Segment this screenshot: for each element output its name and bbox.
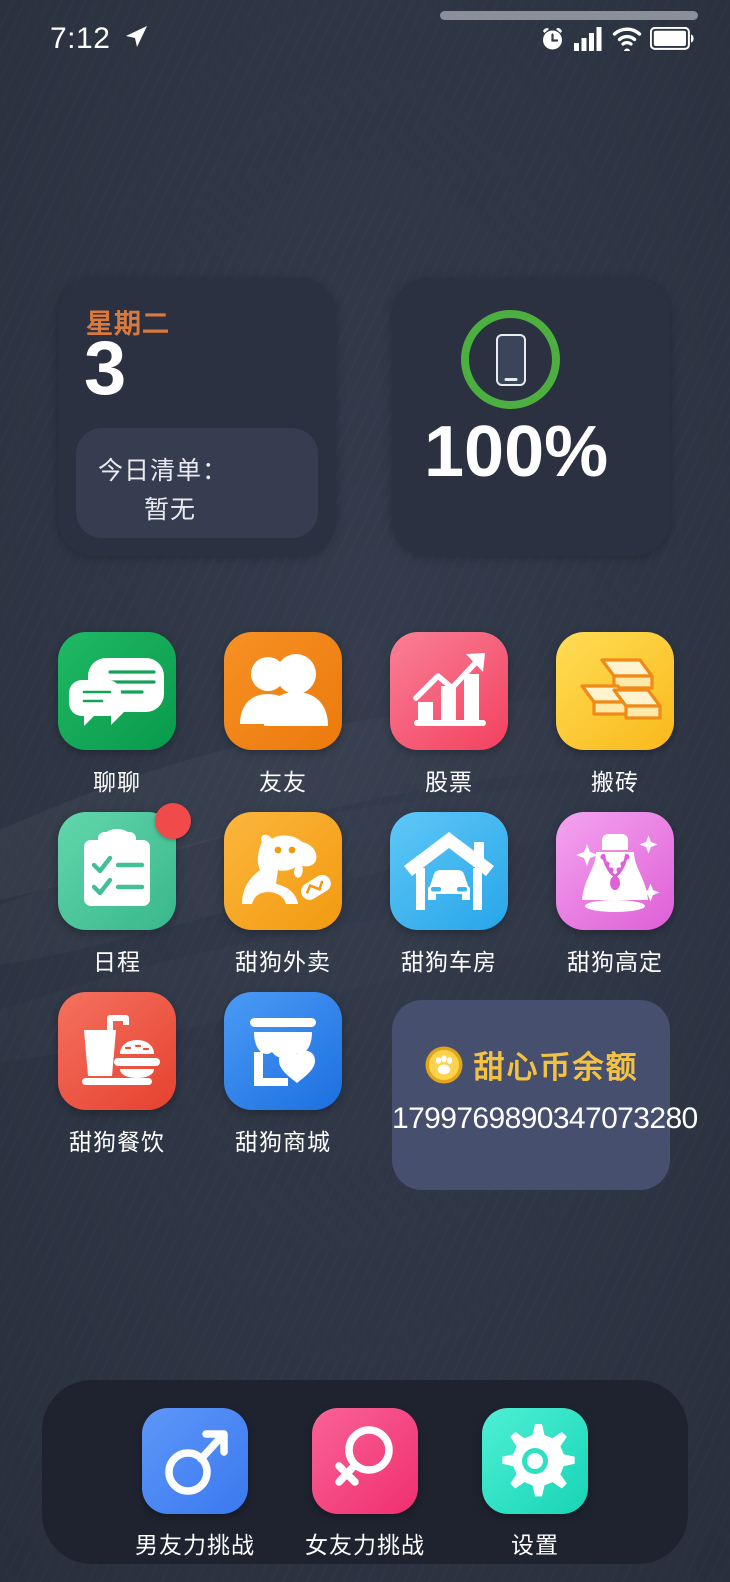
calendar-today-list-panel[interactable]: 今日清单： 暂无 bbox=[76, 428, 318, 538]
wifi-icon bbox=[612, 26, 642, 51]
app-liaoliao[interactable]: 聊聊 bbox=[37, 632, 197, 797]
app-label: 友友 bbox=[259, 769, 307, 795]
app-row: 日程 甜狗外卖 甜狗车房 甜狗高定 bbox=[0, 803, 730, 992]
app-label: 甜狗外卖 bbox=[235, 949, 331, 975]
app-richeng[interactable]: 日程 bbox=[37, 803, 197, 977]
female-symbol-icon[interactable] bbox=[312, 1408, 418, 1514]
gold-bars-icon[interactable] bbox=[556, 632, 674, 750]
app-label: 甜狗车房 bbox=[401, 949, 497, 975]
today-list-title: 今日清单： bbox=[98, 457, 229, 485]
battery-percent-label: 100% bbox=[424, 412, 609, 492]
dock-app-nanyouli-tiaozhan[interactable]: 男友力挑战 bbox=[115, 1408, 275, 1560]
today-list-value: 暂无 bbox=[144, 496, 197, 524]
dock-app-shezhi[interactable]: 设置 bbox=[455, 1408, 615, 1560]
app-label: 甜狗商城 bbox=[235, 1129, 331, 1155]
widgets-row: 星期二 3 今日清单： 暂无 100% bbox=[0, 278, 730, 556]
growth-chart-icon[interactable] bbox=[390, 632, 508, 750]
coin-balance-value: 1799769890347073280 bbox=[392, 1102, 698, 1135]
storefront-heart-icon[interactable] bbox=[224, 992, 342, 1110]
app-banzhuan[interactable]: 搬砖 bbox=[535, 632, 695, 797]
signal-bars-icon bbox=[574, 26, 602, 51]
house-car-icon[interactable] bbox=[390, 812, 508, 930]
dock: 男友力挑战 女友力挑战 设置 bbox=[42, 1380, 688, 1564]
notification-badge bbox=[155, 803, 191, 839]
app-label: 日程 bbox=[93, 949, 141, 975]
people-icon[interactable] bbox=[224, 632, 342, 750]
coin-balance-title: 甜心币余额 bbox=[473, 1050, 639, 1085]
dock-app-nvyouli-tiaozhan[interactable]: 女友力挑战 bbox=[285, 1408, 445, 1560]
app-label: 甜狗餐饮 bbox=[69, 1129, 165, 1155]
coin-balance-header: 甜心币余额 bbox=[392, 1042, 670, 1087]
paw-coin-icon bbox=[425, 1046, 462, 1083]
app-tiangou-canyin[interactable]: 甜狗餐饮 bbox=[37, 992, 197, 1157]
drink-burger-icon[interactable] bbox=[58, 992, 176, 1110]
coin-balance-widget[interactable]: 甜心币余额 1799769890347073280 bbox=[392, 1000, 698, 1190]
app-tiangou-gaoding[interactable]: 甜狗高定 bbox=[535, 812, 695, 977]
app-label: 股票 bbox=[425, 769, 473, 795]
status-bar: 7:12 bbox=[0, 0, 730, 72]
app-tiangou-shangcheng[interactable]: 甜狗商城 bbox=[203, 992, 363, 1157]
battery-widget[interactable]: 100% bbox=[392, 278, 670, 556]
dog-delivery-icon[interactable] bbox=[224, 812, 342, 930]
app-tiangou-chefang[interactable]: 甜狗车房 bbox=[369, 812, 529, 977]
necklace-icon[interactable] bbox=[556, 812, 674, 930]
calendar-day-number: 3 bbox=[84, 326, 127, 411]
calendar-widget[interactable]: 星期二 3 今日清单： 暂无 bbox=[58, 278, 336, 556]
app-label: 甜狗高定 bbox=[567, 949, 663, 975]
app-label: 聊聊 bbox=[93, 769, 141, 795]
app-label: 搬砖 bbox=[591, 769, 639, 795]
app-row: 聊聊 友友 股票 搬砖 bbox=[0, 632, 730, 812]
phone-icon bbox=[495, 333, 526, 386]
dock-app-label: 设置 bbox=[511, 1532, 559, 1558]
dock-app-label: 男友力挑战 bbox=[135, 1532, 255, 1558]
dock-app-label: 女友力挑战 bbox=[305, 1532, 425, 1558]
chat-bubbles-icon[interactable] bbox=[58, 632, 176, 750]
speaker-notch-bar bbox=[440, 11, 698, 20]
battery-ring-indicator bbox=[461, 310, 560, 409]
male-symbol-icon[interactable] bbox=[142, 1408, 248, 1514]
status-bar-icons bbox=[539, 25, 694, 52]
gear-icon[interactable] bbox=[482, 1408, 588, 1514]
app-tiangou-waimai[interactable]: 甜狗外卖 bbox=[203, 812, 363, 977]
app-gupiao[interactable]: 股票 bbox=[369, 632, 529, 797]
status-bar-time: 7:12 bbox=[50, 22, 111, 55]
location-arrow-icon bbox=[126, 26, 147, 47]
app-youyou[interactable]: 友友 bbox=[203, 632, 363, 797]
battery-icon bbox=[650, 27, 694, 50]
alarm-clock-icon bbox=[543, 28, 562, 50]
